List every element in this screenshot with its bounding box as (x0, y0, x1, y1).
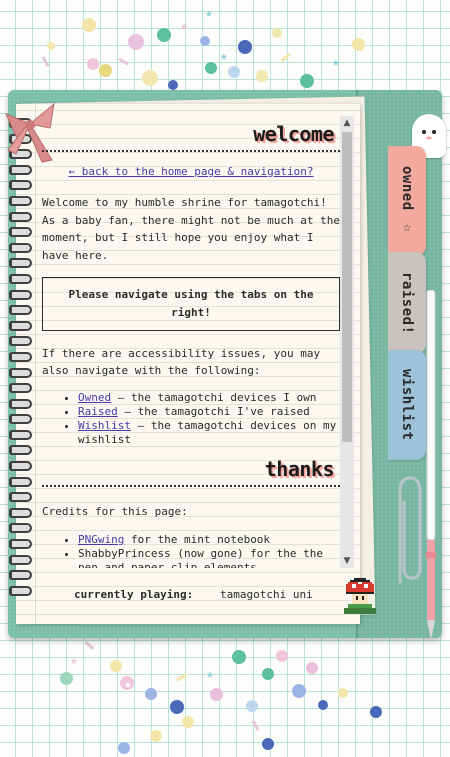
now-playing-title: tamagotchi uni (220, 588, 313, 601)
scroll-down-icon[interactable]: ▼ (340, 554, 354, 568)
scroll-up-icon[interactable]: ▲ (340, 116, 354, 130)
list-item: ShabbyPrincess (now gone) for the the pe… (78, 547, 340, 569)
list-item: PNGwing for the mint notebook (78, 533, 340, 547)
raised-link[interactable]: Raised (78, 405, 118, 418)
thanks-heading: thanks (264, 457, 335, 481)
tab-wishlist-label: wishlist (399, 369, 415, 441)
tab-wishlist[interactable]: wishlist (388, 350, 426, 460)
tab-raised[interactable]: raised! (388, 252, 426, 354)
pen-icon (426, 290, 436, 640)
list-item: Raised — the tamagotchi I've raised (78, 405, 340, 419)
list-item: Wishlist — the tamagotchi devices on my … (78, 419, 340, 447)
music-player: currently playing: tamagotchi uni (62, 586, 352, 606)
pngwing-link[interactable]: PNGwing (78, 533, 124, 546)
back-home-link[interactable]: ← back to the home page & navigation? (42, 165, 340, 178)
paper-clip-icon (398, 476, 422, 584)
credits-list: PNGwing for the mint notebook ShabbyPrin… (42, 533, 340, 569)
nav-list: Owned — the tamagotchi devices I own Rai… (42, 391, 340, 447)
scroll-content[interactable]: welcome ← back to the home page & naviga… (42, 114, 340, 568)
scrollbar-thumb[interactable] (342, 132, 352, 442)
credits-intro: Credits for this page: (42, 505, 188, 518)
tab-raised-label: raised! (399, 271, 415, 335)
accessibility-text: If there are accessibility issues, you m… (42, 347, 321, 377)
now-playing-label: currently playing: (74, 588, 194, 601)
tab-owned-label: owned ☆ (399, 165, 415, 237)
list-item: Owned — the tamagotchi devices I own (78, 391, 340, 405)
owned-link[interactable]: Owned (78, 391, 111, 404)
mushroom-icon[interactable] (344, 578, 376, 614)
dotted-divider (42, 150, 340, 152)
navigation-notice: Please navigate using the tabs on the ri… (42, 277, 340, 331)
welcome-text: Welcome to my humble shrine for tamagotc… (42, 196, 340, 262)
scrollbar[interactable]: ▲ ▼ (340, 116, 354, 568)
dotted-divider (42, 485, 340, 487)
spiral-binding (9, 118, 32, 601)
welcome-heading: welcome (253, 122, 334, 146)
tab-owned[interactable]: owned ☆ (388, 146, 426, 256)
wishlist-link[interactable]: Wishlist (78, 419, 131, 432)
